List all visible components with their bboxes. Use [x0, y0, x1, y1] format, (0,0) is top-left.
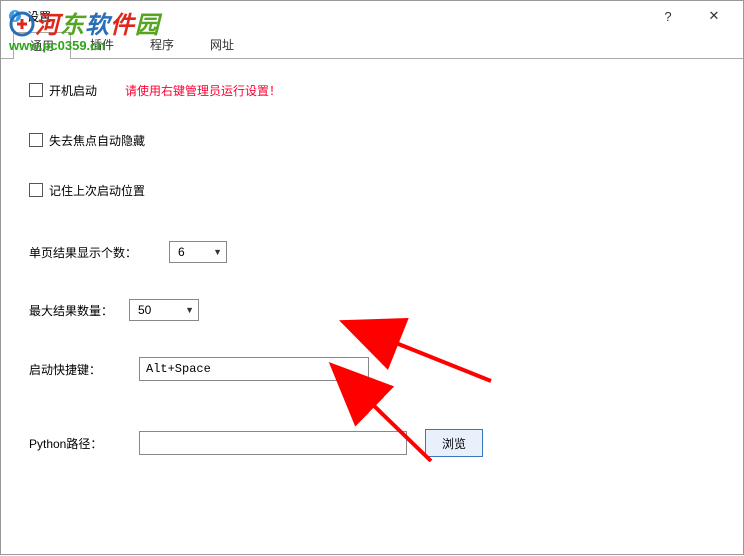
- tabs: 通用 插件 程序 网址: [1, 31, 743, 59]
- titlebar: 设置 ? ✕: [1, 1, 743, 31]
- browse-button[interactable]: 浏览: [425, 429, 483, 457]
- row-page-results: 单页结果显示个数： 6 ▼: [29, 241, 727, 263]
- select-page-results[interactable]: 6 ▼: [169, 241, 227, 263]
- settings-window: 河东软件园 www.pc0359.cn 设置 ? ✕ 通用 插件 程序 网址 开…: [0, 0, 744, 555]
- app-icon: [7, 8, 23, 24]
- tab-programs[interactable]: 程序: [133, 31, 191, 58]
- caret-icon: ▼: [185, 305, 194, 315]
- row-autohide: 失去焦点自动隐藏: [29, 129, 727, 151]
- label-remember-pos: 记住上次启动位置: [49, 182, 145, 199]
- row-python-path: Python路径： 浏览: [29, 429, 727, 457]
- checkbox-autohide[interactable]: [29, 133, 43, 147]
- row-startup: 开机启动 请使用右键管理员运行设置！: [29, 79, 727, 101]
- close-button[interactable]: ✕: [691, 2, 737, 30]
- label-max-results: 最大结果数量：: [29, 302, 119, 319]
- label-hotkey: 启动快捷键：: [29, 361, 119, 378]
- label-autohide: 失去焦点自动隐藏: [49, 132, 145, 149]
- window-title: 设置: [27, 8, 645, 25]
- tab-content: 开机启动 请使用右键管理员运行设置！ 失去焦点自动隐藏 记住上次启动位置 单页结…: [1, 59, 743, 501]
- row-hotkey: 启动快捷键：: [29, 357, 727, 381]
- select-page-results-value: 6: [178, 245, 185, 259]
- input-hotkey[interactable]: [139, 357, 369, 381]
- input-python-path[interactable]: [139, 431, 407, 455]
- select-max-results-value: 50: [138, 303, 151, 317]
- label-python-path: Python路径：: [29, 435, 119, 452]
- tab-general[interactable]: 通用: [13, 32, 71, 59]
- row-max-results: 最大结果数量： 50 ▼: [29, 299, 727, 321]
- warning-text: 请使用右键管理员运行设置！: [125, 82, 281, 99]
- label-page-results: 单页结果显示个数：: [29, 244, 139, 261]
- label-startup: 开机启动: [49, 82, 97, 99]
- caret-icon: ▼: [213, 247, 222, 257]
- title-buttons: ? ✕: [645, 2, 737, 30]
- tab-urls[interactable]: 网址: [193, 31, 251, 58]
- select-max-results[interactable]: 50 ▼: [129, 299, 199, 321]
- help-button[interactable]: ?: [645, 2, 691, 30]
- checkbox-startup[interactable]: [29, 83, 43, 97]
- checkbox-remember-pos[interactable]: [29, 183, 43, 197]
- row-remember-pos: 记住上次启动位置: [29, 179, 727, 201]
- tab-plugins[interactable]: 插件: [73, 31, 131, 58]
